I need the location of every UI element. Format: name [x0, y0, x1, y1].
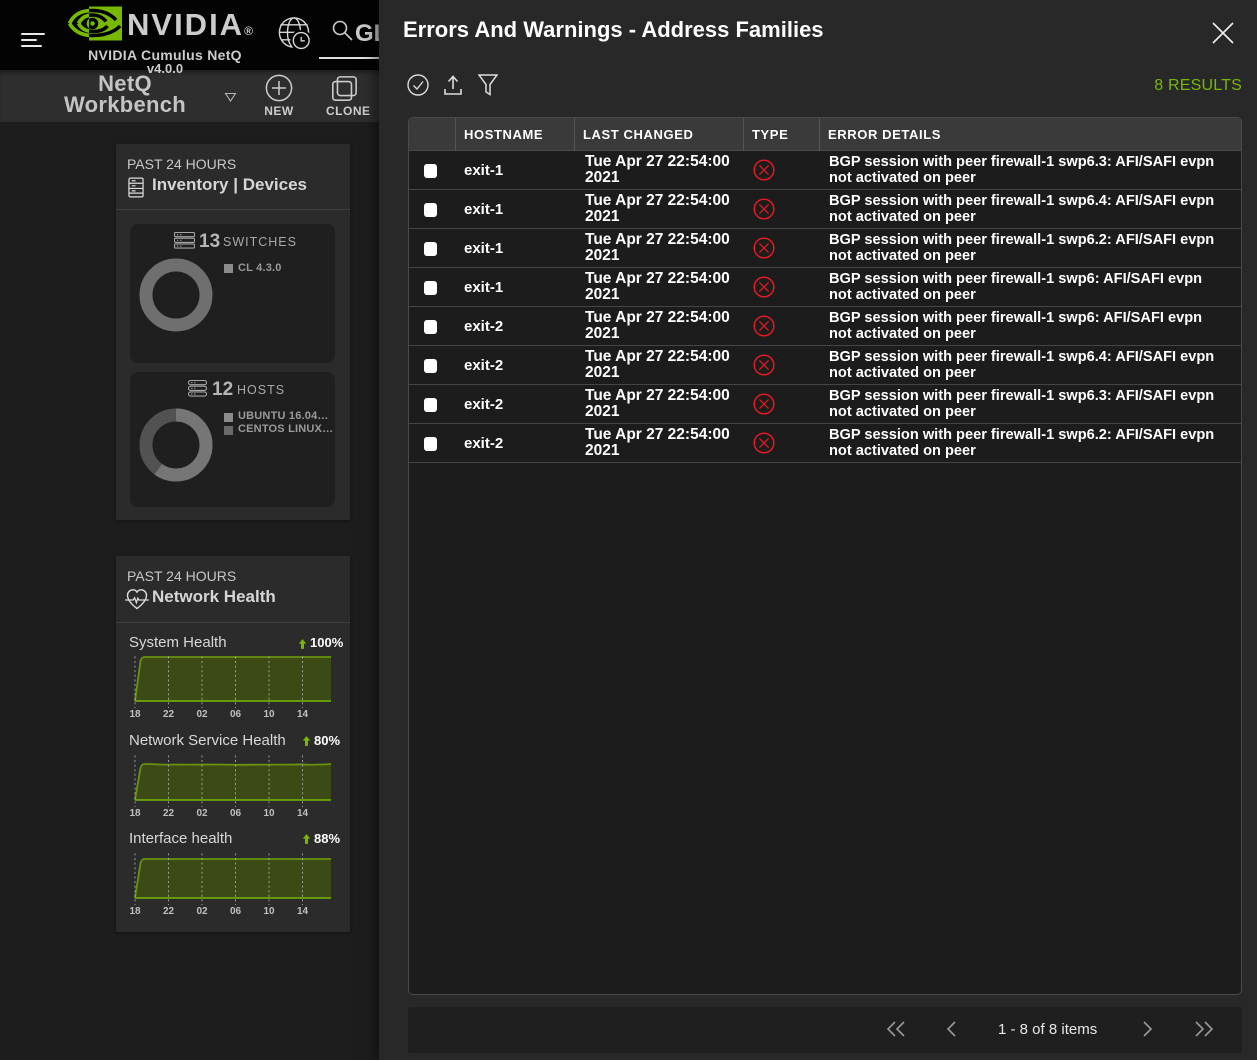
svg-text:02: 02	[196, 906, 208, 917]
svg-text:18: 18	[129, 906, 141, 917]
svg-text:06: 06	[230, 709, 242, 720]
svg-text:22: 22	[163, 808, 175, 819]
svg-text:02: 02	[196, 709, 208, 720]
svg-text:10: 10	[263, 709, 275, 720]
svg-text:14: 14	[297, 808, 309, 819]
svg-text:10: 10	[263, 808, 275, 819]
svg-text:06: 06	[230, 906, 242, 917]
svg-text:14: 14	[297, 709, 309, 720]
svg-text:14: 14	[297, 906, 309, 917]
svg-text:22: 22	[163, 709, 175, 720]
svg-text:10: 10	[263, 906, 275, 917]
svg-text:02: 02	[196, 808, 208, 819]
svg-text:18: 18	[129, 808, 141, 819]
svg-text:22: 22	[163, 906, 175, 917]
svg-text:18: 18	[129, 709, 141, 720]
svg-text:06: 06	[230, 808, 242, 819]
